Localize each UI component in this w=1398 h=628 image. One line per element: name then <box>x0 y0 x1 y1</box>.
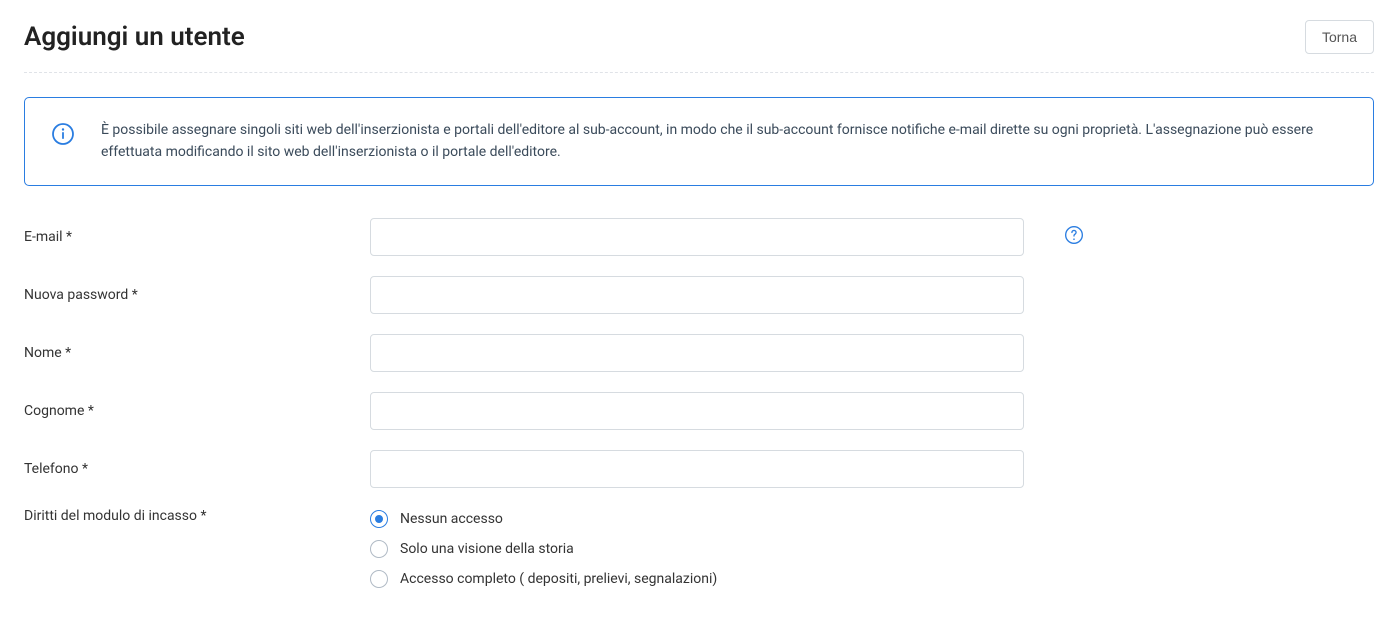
radio-icon <box>370 570 388 588</box>
firstname-input[interactable] <box>370 334 1024 372</box>
back-button[interactable]: Torna <box>1305 20 1374 54</box>
phone-input[interactable] <box>370 450 1024 488</box>
row-email: E-mail * <box>24 218 1374 256</box>
radio-icon <box>370 540 388 558</box>
label-rights: Diritti del modulo di incasso * <box>24 508 370 524</box>
row-password: Nuova password * <box>24 276 1374 314</box>
email-input[interactable] <box>370 218 1024 256</box>
rights-option-label: Solo una visione della storia <box>400 541 574 557</box>
info-banner: È possibile assegnare singoli siti web d… <box>24 97 1374 186</box>
row-phone: Telefono * <box>24 450 1374 488</box>
password-input[interactable] <box>370 276 1024 314</box>
lastname-input[interactable] <box>370 392 1024 430</box>
radio-icon <box>370 510 388 528</box>
row-rights: Diritti del modulo di incasso * Nessun a… <box>24 508 1374 588</box>
rights-option-label: Nessun accesso <box>400 511 503 527</box>
label-firstname: Nome * <box>24 345 370 361</box>
page-title: Aggiungi un utente <box>24 22 245 52</box>
help-icon[interactable] <box>1064 225 1084 249</box>
label-password: Nuova password * <box>24 287 370 303</box>
rights-option-view[interactable]: Solo una visione della storia <box>370 540 1024 558</box>
label-lastname: Cognome * <box>24 403 370 419</box>
info-text: È possibile assegnare singoli siti web d… <box>101 120 1347 163</box>
rights-option-full[interactable]: Accesso completo ( depositi, prelievi, s… <box>370 570 1024 588</box>
info-icon <box>51 122 75 146</box>
row-lastname: Cognome * <box>24 392 1374 430</box>
rights-option-label: Accesso completo ( depositi, prelievi, s… <box>400 571 717 587</box>
label-email: E-mail * <box>24 229 370 245</box>
page-header: Aggiungi un utente Torna <box>24 20 1374 73</box>
label-phone: Telefono * <box>24 461 370 477</box>
rights-option-none[interactable]: Nessun accesso <box>370 510 1024 528</box>
rights-radio-group: Nessun accesso Solo una visione della st… <box>370 508 1024 588</box>
row-firstname: Nome * <box>24 334 1374 372</box>
